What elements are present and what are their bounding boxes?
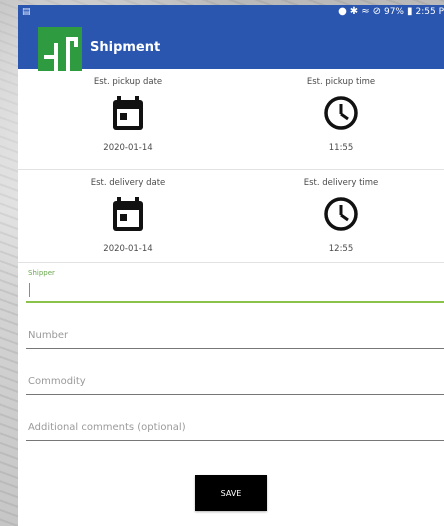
pickup-card: Est. pickup date 2020-01-14 Est. pickup … (18, 69, 444, 170)
battery-icon: ▮ (406, 6, 413, 17)
bluetooth-icon: ✱ (349, 6, 359, 17)
shipper-field: Shipper (26, 263, 444, 309)
delivery-card: Est. delivery date 2020-01-14 Est. deliv… (18, 170, 444, 263)
save-container: SAVE (18, 475, 444, 511)
shipment-form: Shipper (18, 263, 444, 447)
clock-icon[interactable] (321, 194, 361, 234)
delivery-date-value: 2020-01-14 (103, 244, 153, 254)
pickup-date-label: Est. pickup date (93, 77, 163, 87)
delivery-time-picker[interactable]: Est. delivery time 12:55 (238, 170, 444, 254)
clock-icon[interactable] (321, 93, 361, 133)
delivery-date-picker[interactable]: Est. delivery date 2020-01-14 (18, 170, 238, 254)
clock: 2:55 P (415, 7, 444, 17)
app-bar: ▤ ● ✱ ≈ ⊘ 97% ▮ 2:55 P Shipment (18, 5, 444, 71)
shipper-input[interactable] (26, 277, 444, 303)
pickup-date-picker[interactable]: Est. pickup date 2020-01-14 (18, 69, 238, 153)
pickup-time-label: Est. pickup time (306, 77, 376, 87)
number-field (26, 309, 444, 355)
app-window: ▤ ● ✱ ≈ ⊘ 97% ▮ 2:55 P Shipment Est. pic… (18, 5, 444, 526)
location-icon: ● (338, 6, 347, 17)
battery-percent: 97% (383, 7, 404, 17)
delivery-time-value: 12:55 (328, 244, 354, 254)
commodity-input[interactable] (26, 369, 444, 395)
status-bar: ● ✱ ≈ ⊘ 97% ▮ 2:55 P (338, 6, 444, 18)
shipper-label: Shipper (28, 269, 55, 277)
pickup-time-value: 11:55 (328, 143, 354, 153)
commodity-field (26, 355, 444, 401)
comments-field (26, 401, 444, 447)
comments-input[interactable] (26, 415, 444, 441)
page-title: Shipment (90, 40, 161, 55)
do-not-disturb-icon: ⊘ (372, 6, 381, 17)
notification-icon: ▤ (22, 7, 31, 17)
delivery-date-label: Est. delivery date (90, 178, 166, 188)
calendar-icon[interactable] (108, 93, 148, 133)
save-button[interactable]: SAVE (195, 475, 267, 511)
wifi-icon: ≈ (361, 6, 370, 17)
delivery-time-label: Est. delivery time (303, 178, 379, 188)
calendar-icon[interactable] (108, 194, 148, 234)
number-input[interactable] (26, 323, 444, 349)
app-logo (38, 27, 82, 71)
pickup-date-value: 2020-01-14 (103, 143, 153, 153)
text-cursor (29, 283, 30, 297)
pickup-time-picker[interactable]: Est. pickup time 11:55 (238, 69, 444, 153)
